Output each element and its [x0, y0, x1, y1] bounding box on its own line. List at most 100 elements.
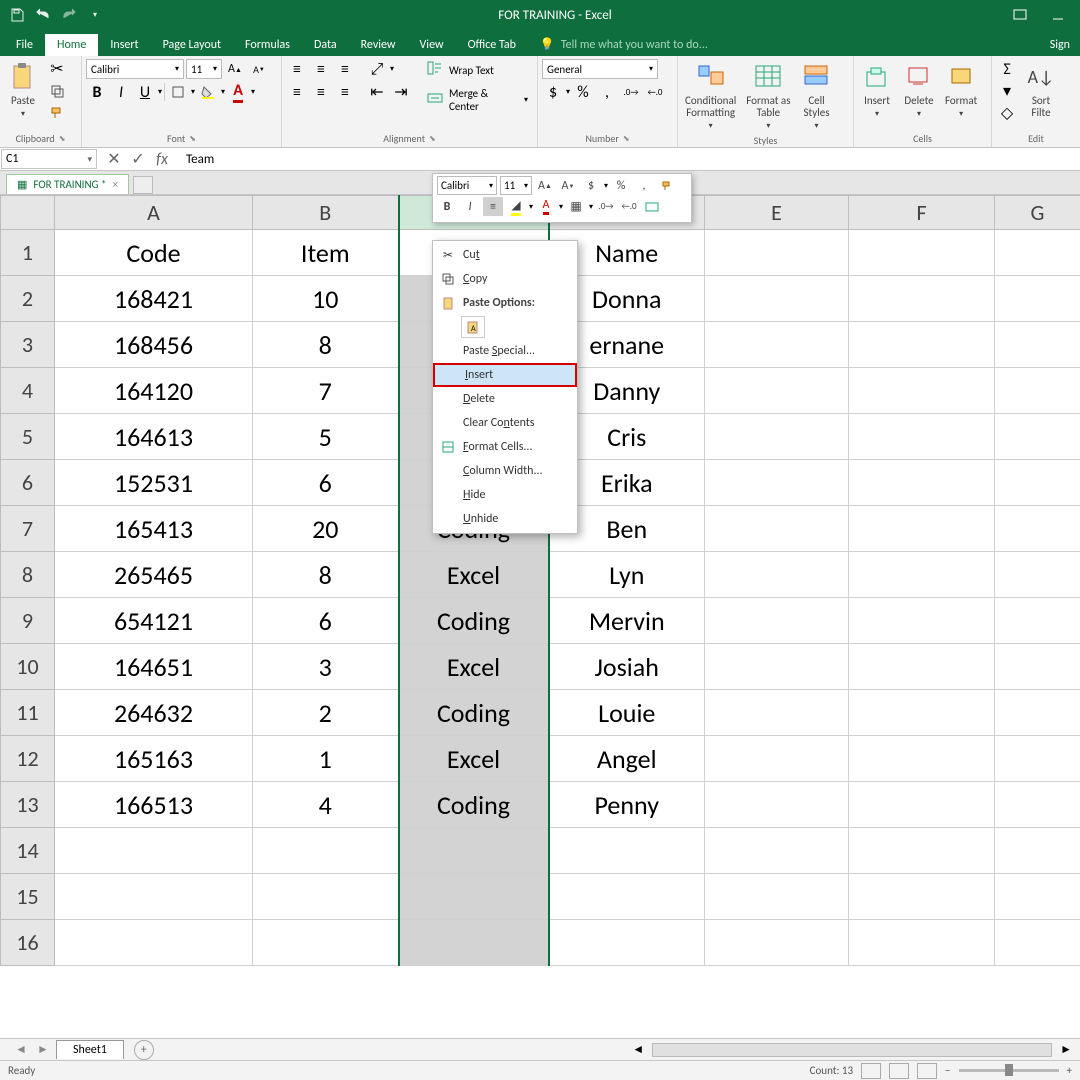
cell-F4[interactable]	[849, 368, 995, 414]
decrease-font-icon[interactable]: A▼	[248, 59, 270, 79]
mini-fill-color-icon[interactable]: ◢	[506, 197, 526, 216]
clipboard-dialog-icon[interactable]: ⬊	[59, 134, 66, 144]
sort-filter-button[interactable]: A↓ Sort Filte	[1022, 59, 1060, 121]
mini-dec-decimal-icon[interactable]: ←.0	[619, 197, 639, 216]
cell-F14[interactable]	[849, 828, 995, 874]
row-header-11[interactable]: 11	[1, 690, 55, 736]
cell-A14[interactable]	[55, 828, 253, 874]
ctx-hide[interactable]: Hide	[433, 483, 577, 507]
cell-D8[interactable]: Lyn	[549, 552, 705, 598]
close-workbook-icon[interactable]: ×	[112, 178, 117, 191]
cell-B8[interactable]: 8	[253, 552, 399, 598]
tell-me-search[interactable]: 💡 Tell me what you want to do...	[540, 37, 708, 56]
workbook-tab[interactable]: ▦ FOR TRAINING * ×	[6, 174, 129, 194]
row-header-5[interactable]: 5	[1, 414, 55, 460]
ribbon-display-icon[interactable]	[1002, 2, 1038, 28]
cell-B6[interactable]: 6	[253, 460, 399, 506]
row-header-8[interactable]: 8	[1, 552, 55, 598]
italic-icon[interactable]: I	[110, 82, 132, 102]
mini-currency-icon[interactable]: $	[581, 176, 601, 195]
mini-comma-icon[interactable]: ,	[634, 176, 654, 195]
mini-bold-icon[interactable]: B	[437, 197, 457, 216]
cell-B5[interactable]: 5	[253, 414, 399, 460]
tab-review[interactable]: Review	[349, 34, 408, 56]
paste-default-icon[interactable]: A	[461, 316, 485, 338]
cell-C13[interactable]: Coding	[399, 782, 549, 828]
ctx-cut[interactable]: ✂ Cut	[433, 243, 577, 267]
formula-input[interactable]	[178, 148, 1080, 170]
number-dialog-icon[interactable]: ⬊	[623, 134, 630, 144]
cell-D12[interactable]: Angel	[549, 736, 705, 782]
align-middle-icon[interactable]: ≡	[310, 59, 332, 79]
font-color-icon[interactable]: A	[227, 82, 249, 102]
zoom-slider[interactable]	[959, 1069, 1059, 1072]
cell-D15[interactable]	[549, 874, 705, 920]
cell-E7[interactable]	[705, 506, 849, 552]
cell-A9[interactable]: 654121	[55, 598, 253, 644]
mini-italic-icon[interactable]: I	[460, 197, 480, 216]
cell-C10[interactable]: Excel	[399, 644, 549, 690]
tab-file[interactable]: File	[4, 34, 45, 56]
cell-G10[interactable]	[995, 644, 1080, 690]
enter-formula-icon[interactable]: ✓	[128, 149, 148, 169]
add-sheet-icon[interactable]: +	[134, 1040, 154, 1060]
column-header-B[interactable]: B	[253, 196, 399, 230]
row-header-15[interactable]: 15	[1, 874, 55, 920]
cell-A4[interactable]: 164120	[55, 368, 253, 414]
cell-A5[interactable]: 164613	[55, 414, 253, 460]
cell-E10[interactable]	[705, 644, 849, 690]
fill-color-icon[interactable]	[197, 82, 219, 102]
cell-G2[interactable]	[995, 276, 1080, 322]
cell-E9[interactable]	[705, 598, 849, 644]
cell-F16[interactable]	[849, 920, 995, 966]
tab-formulas[interactable]: Formulas	[233, 34, 302, 56]
cell-D9[interactable]: Mervin	[549, 598, 705, 644]
cut-icon[interactable]: ✂	[46, 59, 68, 79]
align-right-icon[interactable]: ≡	[334, 82, 356, 102]
cell-B9[interactable]: 6	[253, 598, 399, 644]
cell-E2[interactable]	[705, 276, 849, 322]
conditional-formatting-button[interactable]: Conditional Formatting▾	[682, 59, 739, 133]
cell-F5[interactable]	[849, 414, 995, 460]
align-top-icon[interactable]: ≡	[286, 59, 308, 79]
format-cells-button[interactable]: Format▾	[942, 59, 980, 121]
cell-E15[interactable]	[705, 874, 849, 920]
row-header-2[interactable]: 2	[1, 276, 55, 322]
cell-F13[interactable]	[849, 782, 995, 828]
cell-G13[interactable]	[995, 782, 1080, 828]
redo-icon[interactable]	[56, 2, 82, 28]
cell-E3[interactable]	[705, 322, 849, 368]
increase-indent-icon[interactable]: ⇥	[390, 82, 412, 102]
cell-A13[interactable]: 166513	[55, 782, 253, 828]
column-header-E[interactable]: E	[705, 196, 849, 230]
mini-percent-icon[interactable]: %	[611, 176, 631, 195]
cell-F11[interactable]	[849, 690, 995, 736]
mini-shrink-font-icon[interactable]: A▼	[558, 176, 578, 195]
mini-merge-icon[interactable]	[642, 197, 662, 216]
number-format-combo[interactable]: General▾	[542, 59, 658, 79]
cell-F12[interactable]	[849, 736, 995, 782]
cell-D11[interactable]: Louie	[549, 690, 705, 736]
undo-icon[interactable]	[30, 2, 56, 28]
cell-C11[interactable]: Coding	[399, 690, 549, 736]
cell-B7[interactable]: 20	[253, 506, 399, 552]
zoom-in-icon[interactable]: +	[1067, 1064, 1072, 1077]
cell-F7[interactable]	[849, 506, 995, 552]
percent-icon[interactable]: %	[572, 82, 594, 102]
wrap-text-button[interactable]: Wrap Text	[422, 59, 533, 82]
cell-F6[interactable]	[849, 460, 995, 506]
name-box[interactable]: C1▾	[1, 149, 97, 169]
bold-icon[interactable]: B	[86, 82, 108, 102]
align-bottom-icon[interactable]: ≡	[334, 59, 356, 79]
cell-A8[interactable]: 265465	[55, 552, 253, 598]
cell-C8[interactable]: Excel	[399, 552, 549, 598]
cell-G9[interactable]	[995, 598, 1080, 644]
cell-C9[interactable]: Coding	[399, 598, 549, 644]
cell-A10[interactable]: 164651	[55, 644, 253, 690]
copy-icon[interactable]	[46, 81, 68, 101]
column-header-A[interactable]: A	[55, 196, 253, 230]
cell-B13[interactable]: 4	[253, 782, 399, 828]
sheet-tab[interactable]: Sheet1	[56, 1040, 124, 1059]
mini-grow-font-icon[interactable]: A▲	[535, 176, 555, 195]
cell-C15[interactable]	[399, 874, 549, 920]
